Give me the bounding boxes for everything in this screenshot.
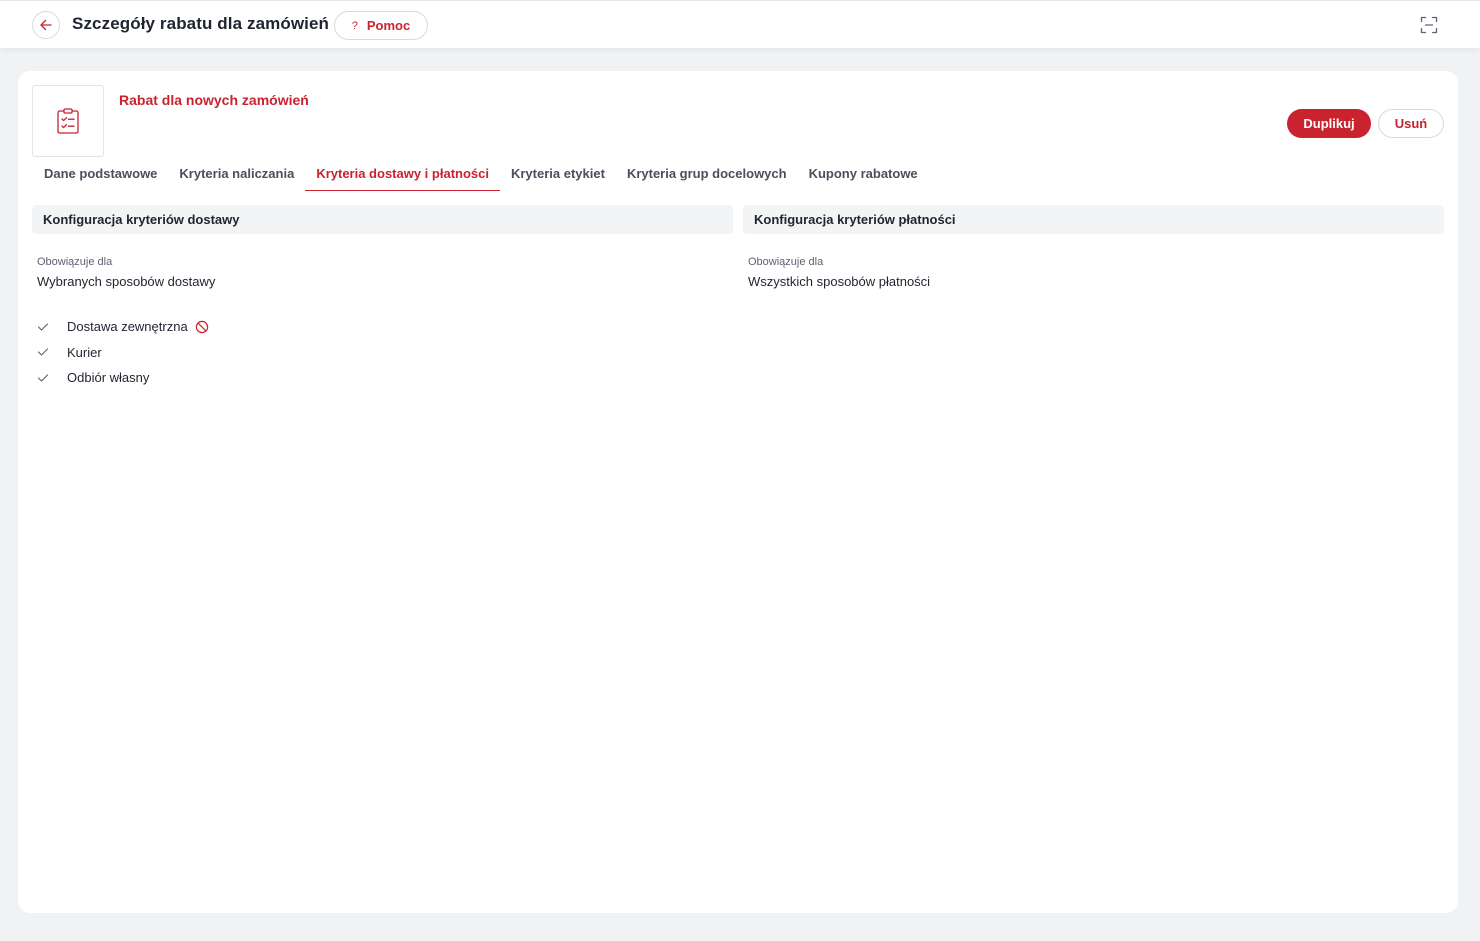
- discount-details-card: Rabat dla nowych zamówień Duplikuj Usuń …: [18, 71, 1458, 913]
- fullscreen-icon: [1420, 16, 1438, 34]
- delivery-method-name: Odbiór własny: [67, 370, 150, 386]
- delete-button[interactable]: Usuń: [1378, 109, 1444, 138]
- tab-discount-coupons[interactable]: Kupony rabatowe: [798, 157, 929, 191]
- payment-applies-label: Obowiązuje dla: [748, 256, 824, 268]
- check-icon: [37, 373, 67, 383]
- payment-applies-value: Wszystkich sposobów płatności: [748, 274, 931, 289]
- help-button-label: Pomoc: [366, 18, 411, 33]
- question-mark-icon: ?: [351, 19, 358, 32]
- tab-calculation-criteria[interactable]: Kryteria naliczania: [168, 157, 305, 191]
- tab-label-criteria[interactable]: Kryteria etykiet: [500, 157, 616, 191]
- delivery-method-name: Dostawa zewnętrzna: [67, 319, 188, 335]
- delivery-method-name: Kurier: [67, 344, 102, 360]
- list-item: Odbiór własny: [37, 365, 209, 391]
- tab-bar: Dane podstawowe Kryteria naliczania Kryt…: [33, 157, 929, 191]
- discount-thumbnail: [32, 85, 104, 157]
- list-item: Dostawa zewnętrzna: [37, 314, 209, 340]
- top-bar: Szczegóły rabatu dla zamówień ? Pomoc: [0, 0, 1480, 48]
- help-button[interactable]: ? Pomoc: [334, 11, 428, 40]
- delivery-applies-label: Obowiązuje dla: [37, 256, 113, 268]
- check-icon: [37, 322, 67, 332]
- clipboard-check-icon: [57, 108, 79, 134]
- tab-delivery-payment-criteria[interactable]: Kryteria dostawy i płatności: [305, 157, 500, 191]
- duplicate-button[interactable]: Duplikuj: [1287, 109, 1371, 138]
- fullscreen-button[interactable]: [1419, 15, 1439, 35]
- list-item: Kurier: [37, 340, 209, 366]
- discount-name: Rabat dla nowych zamówień: [119, 92, 309, 108]
- arrow-left-icon: [40, 19, 52, 31]
- page-title: Szczegóły rabatu dla zamówień: [72, 14, 330, 33]
- delivery-config-heading: Konfiguracja kryteriów dostawy: [32, 205, 733, 234]
- delivery-methods-list: Dostawa zewnętrzna Kurier Odbiór własny: [37, 314, 209, 391]
- check-icon: [37, 347, 67, 357]
- tab-basic-data[interactable]: Dane podstawowe: [33, 157, 168, 191]
- tab-target-group-criteria[interactable]: Kryteria grup docelowych: [616, 157, 798, 191]
- ban-icon: [195, 320, 209, 334]
- back-button[interactable]: [32, 11, 60, 39]
- delivery-applies-value: Wybranych sposobów dostawy: [37, 274, 216, 289]
- payment-config-heading: Konfiguracja kryteriów płatności: [743, 205, 1444, 234]
